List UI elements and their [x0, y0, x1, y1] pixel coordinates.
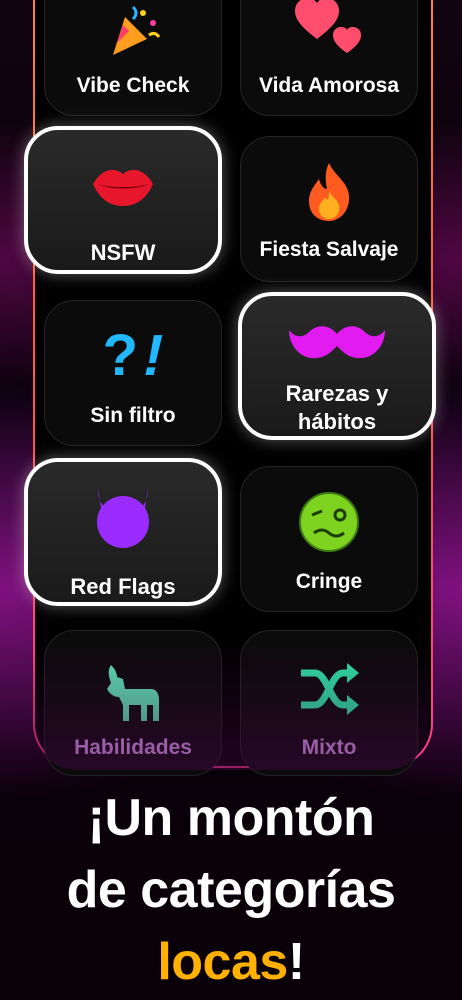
goat-icon: [45, 661, 221, 729]
fire-icon: [241, 161, 417, 227]
headline-end: !: [287, 933, 305, 991]
category-mixto[interactable]: Mixto: [240, 630, 418, 776]
party-popper-icon: [45, 0, 221, 63]
category-vibe-check[interactable]: Vibe Check: [44, 0, 222, 116]
category-label: Fiesta Salvaje: [259, 238, 399, 261]
category-habilidades[interactable]: Habilidades: [44, 630, 222, 776]
category-sin-filtro[interactable]: ?! Sin filtro: [44, 300, 222, 446]
headline: ¡Un montón de categorías locas!: [0, 782, 462, 998]
category-label: Rarezas y hábitos: [285, 381, 389, 434]
category-label: Mixto: [301, 736, 357, 759]
headline-line-3: locas!: [0, 926, 462, 998]
headline-line-1: ¡Un montón: [87, 789, 375, 847]
headline-highlight: locas: [157, 933, 288, 991]
mustache-icon: [242, 320, 432, 368]
category-vida-amorosa[interactable]: Vida Amorosa: [240, 0, 418, 116]
category-label: NSFW: [90, 240, 156, 265]
category-cringe[interactable]: Cringe: [240, 466, 418, 612]
category-label: Vida Amorosa: [258, 74, 400, 97]
woozy-face-icon: [241, 491, 417, 557]
category-label: Sin filtro: [90, 404, 176, 427]
two-hearts-icon: [241, 0, 417, 61]
category-label: Cringe: [295, 570, 363, 593]
category-nsfw[interactable]: NSFW: [24, 126, 222, 274]
shuffle-icon: [241, 659, 417, 723]
devil-icon: [28, 484, 218, 554]
headline-line-2: de categorías: [66, 861, 396, 919]
category-red-flags[interactable]: Red Flags: [24, 458, 222, 606]
category-rarezas-y-habitos[interactable]: Rarezas y hábitos: [238, 292, 436, 440]
category-label: Red Flags: [70, 574, 176, 599]
question-exclamation-icon: ?!: [102, 323, 171, 388]
lips-icon: [28, 164, 218, 212]
category-label: Vibe Check: [76, 74, 190, 97]
category-label: Habilidades: [74, 736, 192, 759]
category-fiesta-salvaje[interactable]: Fiesta Salvaje: [240, 136, 418, 282]
